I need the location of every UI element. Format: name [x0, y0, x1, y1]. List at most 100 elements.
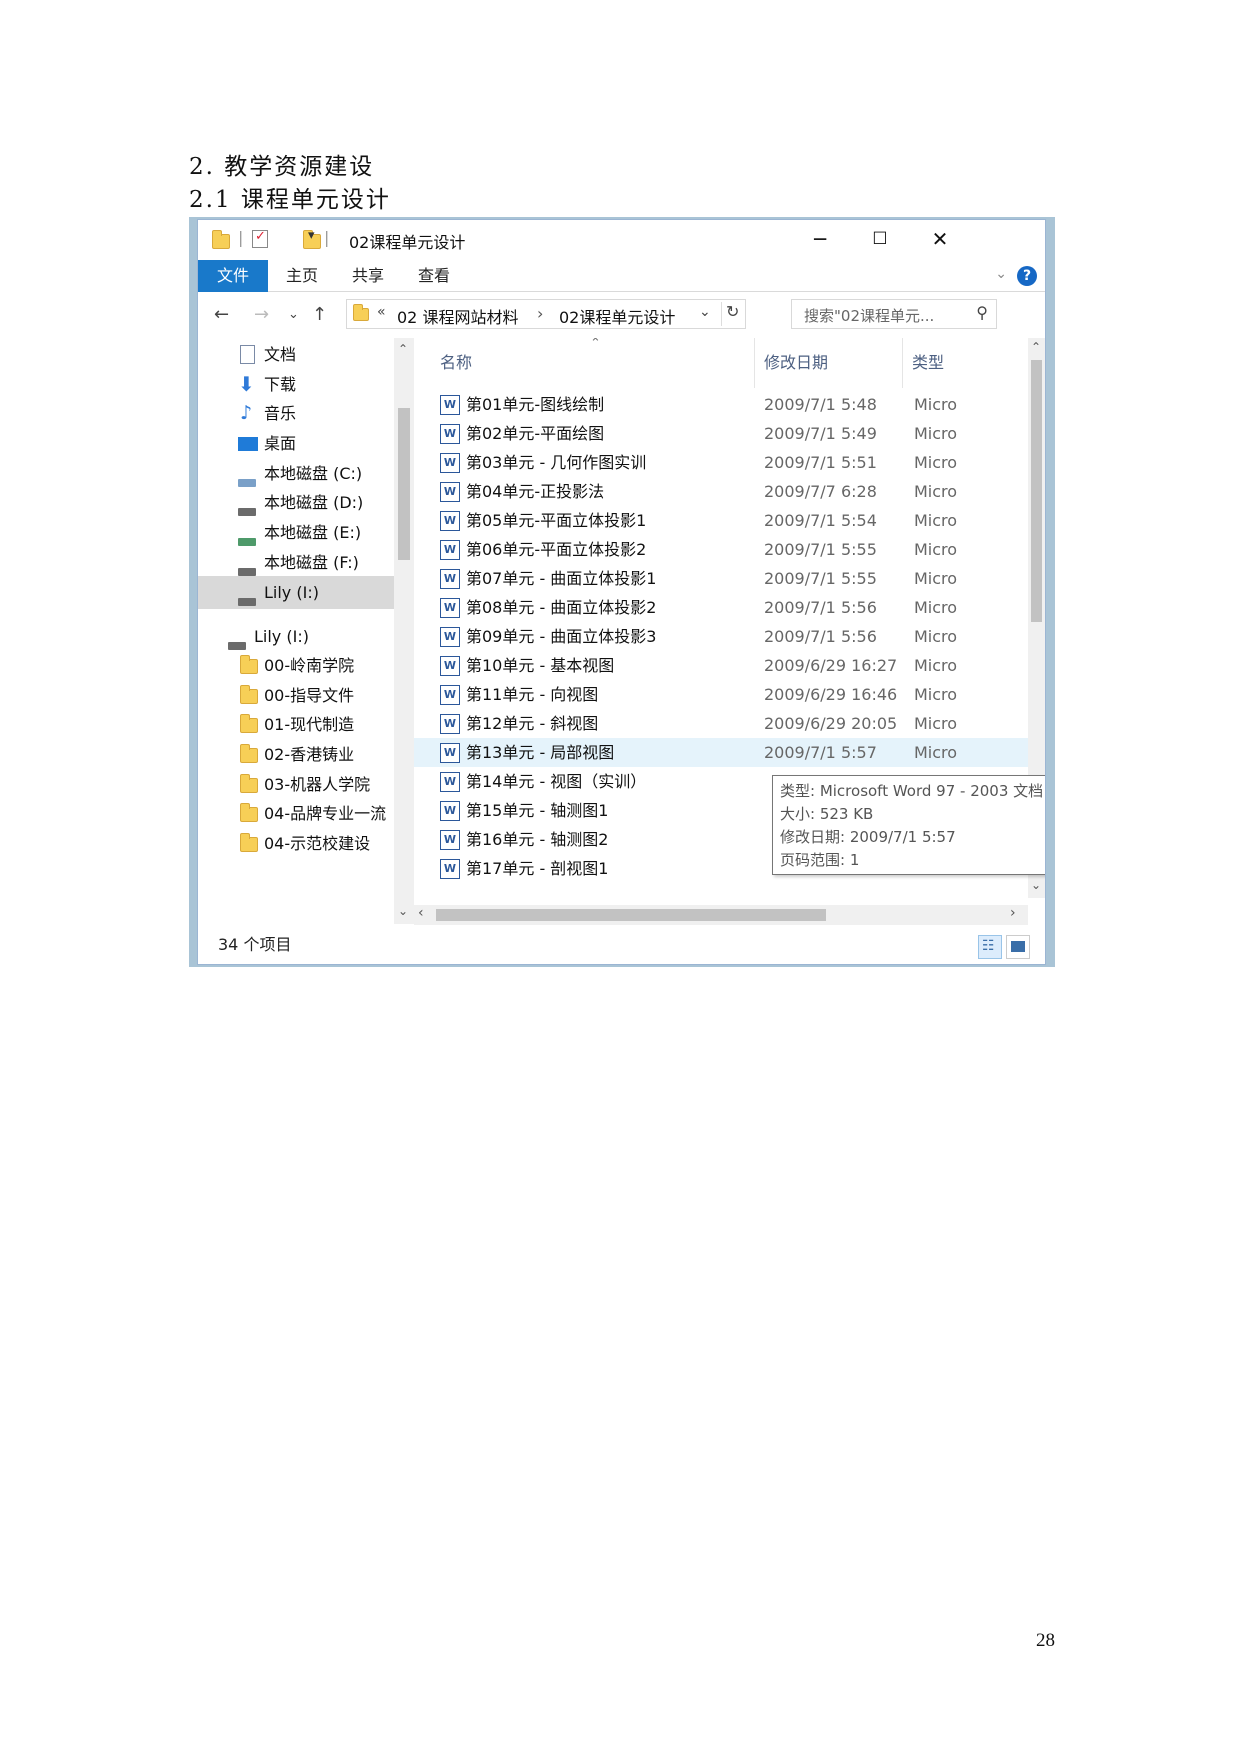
file-name: 第09单元 - 曲面立体投影3: [466, 627, 657, 646]
file-name: 第15单元 - 轴测图1: [466, 801, 609, 820]
search-icon[interactable]: ⚲: [976, 303, 988, 322]
file-row[interactable]: W 第05单元-平面立体投影1 2009/7/1 5:54 Micro: [414, 506, 1028, 535]
file-row[interactable]: W 第02单元-平面绘图 2009/7/1 5:49 Micro: [414, 419, 1028, 448]
item-count: 34 个项目: [218, 935, 292, 954]
properties-icon[interactable]: ✓: [252, 229, 268, 248]
refresh-icon[interactable]: ↻: [721, 302, 739, 326]
word-document-icon: W: [440, 685, 460, 705]
nav-item-lily-drive-selected[interactable]: Lily (I:): [198, 576, 394, 609]
word-document-icon: W: [440, 482, 460, 502]
file-row[interactable]: W 第13单元 - 局部视图 2009/7/1 5:57 Micro: [414, 738, 1028, 767]
file-row[interactable]: W 第01单元-图线绘制 2009/7/1 5:48 Micro: [414, 390, 1028, 419]
file-row[interactable]: W 第04单元-正投影法 2009/7/7 6:28 Micro: [414, 477, 1028, 506]
file-row[interactable]: W 第03单元 - 几何作图实训 2009/7/1 5:51 Micro: [414, 448, 1028, 477]
customize-quick-access-icon[interactable]: ▾: [308, 228, 315, 248]
nav-item-folder[interactable]: 02-香港铸业: [198, 738, 394, 771]
music-icon: ♪: [240, 402, 253, 424]
scroll-up-icon[interactable]: ⌃: [398, 342, 408, 356]
maximize-button[interactable]: ☐: [852, 222, 908, 258]
minimize-button[interactable]: ─: [792, 222, 848, 258]
nav-item-desktop[interactable]: 桌面: [198, 427, 394, 460]
file-row[interactable]: W 第08单元 - 曲面立体投影2 2009/7/1 5:56 Micro: [414, 593, 1028, 622]
file-row[interactable]: W 第07单元 - 曲面立体投影1 2009/7/1 5:55 Micro: [414, 564, 1028, 593]
window-title: 02课程单元设计: [349, 233, 466, 252]
drive-icon: [228, 628, 248, 650]
file-row[interactable]: W 第10单元 - 基本视图 2009/6/29 16:27 Micro: [414, 651, 1028, 680]
tab-file[interactable]: 文件: [198, 260, 268, 292]
overflow-chevron-icon[interactable]: «: [377, 304, 386, 320]
file-name: 第17单元 - 剖视图1: [466, 859, 609, 878]
column-divider[interactable]: [754, 338, 755, 388]
nav-item-folder[interactable]: 04-示范校建设: [198, 827, 394, 860]
nav-item-music[interactable]: ♪ 音乐: [198, 397, 394, 430]
details-view-icon[interactable]: ☷: [978, 935, 1002, 959]
list-scroll-thumb[interactable]: [1031, 360, 1042, 622]
column-header-name[interactable]: 名称: [440, 338, 472, 388]
file-row[interactable]: W 第12单元 - 斜视图 2009/6/29 20:05 Micro: [414, 709, 1028, 738]
drive-icon: [238, 494, 258, 516]
file-name: 第02单元-平面绘图: [466, 424, 605, 443]
scroll-down-icon[interactable]: ⌄: [398, 904, 408, 918]
page-number: 28: [1036, 1630, 1055, 1651]
search-input[interactable]: 搜索"02课程单元... ⚲: [791, 299, 997, 329]
column-divider[interactable]: [902, 338, 903, 388]
nav-label: 04-示范校建设: [264, 834, 371, 853]
file-name: 第04单元-正投影法: [466, 482, 605, 501]
file-name: 第06单元-平面立体投影2: [466, 540, 647, 559]
tab-home[interactable]: 主页: [270, 260, 334, 292]
nav-item-drive-e[interactable]: 本地磁盘 (E:): [198, 516, 394, 549]
address-dropdown-icon[interactable]: ⌄: [699, 304, 711, 320]
folder-icon: [240, 803, 258, 822]
nav-item-folder[interactable]: 00-岭南学院: [198, 649, 394, 682]
file-row[interactable]: W 第09单元 - 曲面立体投影3 2009/7/1 5:56 Micro: [414, 622, 1028, 651]
drive-icon: [238, 524, 258, 546]
file-date: 2009/7/1 5:56: [764, 627, 877, 646]
forward-arrow-icon[interactable]: →: [254, 304, 269, 325]
file-date: 2009/6/29 20:05: [764, 714, 898, 733]
tab-view[interactable]: 查看: [402, 260, 466, 292]
file-row[interactable]: W 第06单元-平面立体投影2 2009/7/1 5:55 Micro: [414, 535, 1028, 564]
tooltip-pages: 页码范围: 1: [780, 851, 860, 869]
file-type: Micro: [914, 598, 958, 617]
address-bar[interactable]: « 02 课程网站材料 › 02课程单元设计 ⌄ ↻: [346, 299, 746, 329]
horizontal-scroll-thumb[interactable]: [436, 909, 826, 921]
folder-icon: [353, 304, 369, 321]
scroll-up-icon[interactable]: ⌃: [1031, 340, 1041, 354]
nav-item-folder[interactable]: 04-品牌专业一流: [198, 797, 394, 830]
explorer-window: | ✓ ▾ | 02课程单元设计 ─ ☐ ✕ 文件 主页 共享 查看 ⌄ ? ←…: [197, 219, 1046, 965]
nav-scrollbar[interactable]: ⌃ ⌄: [394, 338, 414, 924]
file-row[interactable]: W 第11单元 - 向视图 2009/6/29 16:46 Micro: [414, 680, 1028, 709]
nav-label: 桌面: [264, 434, 297, 453]
word-document-icon: W: [440, 598, 460, 618]
close-button[interactable]: ✕: [912, 222, 968, 258]
large-icons-view-icon[interactable]: [1006, 935, 1030, 959]
column-header-type[interactable]: 类型: [912, 338, 944, 388]
breadcrumb-segment[interactable]: 02课程单元设计: [559, 304, 675, 328]
nav-item-documents[interactable]: 文档: [198, 338, 394, 371]
file-type: Micro: [914, 482, 958, 501]
section-heading: 2. 教学资源建设: [189, 154, 375, 180]
scroll-down-icon[interactable]: ⌄: [1031, 878, 1041, 892]
word-document-icon: W: [440, 569, 460, 589]
horizontal-scrollbar[interactable]: ‹ ›: [414, 905, 1028, 925]
file-name: 第03单元 - 几何作图实训: [466, 453, 647, 472]
file-date: 2009/7/1 5:49: [764, 424, 877, 443]
drive-icon: [238, 465, 258, 487]
column-header-date[interactable]: 修改日期: [764, 338, 828, 388]
subsection-heading: 2.1 课程单元设计: [189, 187, 391, 213]
breadcrumb-segment[interactable]: 02 课程网站材料: [397, 304, 518, 328]
nav-scroll-thumb[interactable]: [398, 408, 410, 560]
up-arrow-icon[interactable]: ↑: [312, 304, 327, 325]
nav-item-drive-d[interactable]: 本地磁盘 (D:): [198, 486, 394, 519]
nav-item-folder[interactable]: 01-现代制造: [198, 708, 394, 741]
expand-ribbon-icon[interactable]: ⌄: [995, 266, 1007, 282]
address-row: ← → ⌄ ↑ « 02 课程网站材料 › 02课程单元设计 ⌄ ↻ 搜索"02…: [198, 292, 1045, 338]
help-icon[interactable]: ?: [1017, 266, 1037, 286]
status-bar: 34 个项目 ☷: [198, 925, 1045, 964]
recent-locations-icon[interactable]: ⌄: [288, 307, 299, 322]
scroll-right-icon[interactable]: ›: [1010, 905, 1016, 921]
tab-share[interactable]: 共享: [336, 260, 400, 292]
back-arrow-icon[interactable]: ←: [214, 304, 229, 325]
nav-item-drive-f[interactable]: 本地磁盘 (F:): [198, 546, 394, 579]
scroll-left-icon[interactable]: ‹: [418, 905, 424, 921]
